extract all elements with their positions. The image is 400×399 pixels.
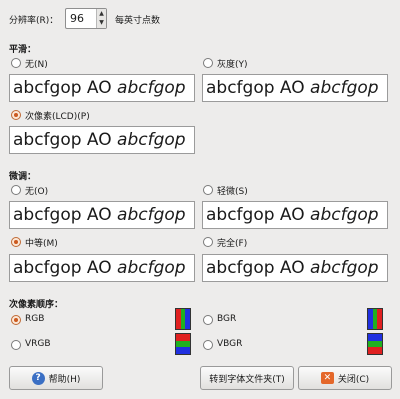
sample-hinting-none: abcfgop AO abcfgop (9, 201, 195, 229)
hinting-title: 微调： (9, 172, 37, 182)
resolution-label: 分辨率(R)： (9, 16, 59, 26)
hinting-none-label[interactable]: 无(O) (25, 184, 48, 197)
hinting-none-radio[interactable] (11, 185, 21, 195)
sample-smoothing-none: abcfgop AO abcfgop (9, 74, 195, 102)
subpixel-bgr-label[interactable]: BGR (217, 314, 236, 324)
hinting-slight-radio[interactable] (203, 185, 213, 195)
subpixel-rgb-label[interactable]: RGB (25, 314, 44, 324)
smoothing-gray-label[interactable]: 灰度(Y) (217, 57, 248, 70)
subpixel-vbgr-radio[interactable] (203, 340, 213, 350)
spin-down-icon[interactable]: ▼ (97, 18, 106, 27)
resolution-unit: 每英寸点数 (115, 16, 161, 26)
hinting-medium-label[interactable]: 中等(M) (25, 236, 58, 249)
smoothing-lcd-radio[interactable] (11, 110, 21, 120)
sample-hinting-medium: abcfgop AO abcfgop (9, 254, 195, 282)
subpixel-bgr-radio[interactable] (203, 315, 213, 325)
smoothing-lcd-label[interactable]: 次像素(LCD)(P) (25, 109, 90, 122)
hinting-full-radio[interactable] (203, 237, 213, 247)
subpixel-vrgb-label[interactable]: VRGB (25, 339, 51, 349)
hinting-medium-radio[interactable] (11, 237, 21, 247)
goto-fonts-folder-button[interactable]: 转到字体文件夹(T) (200, 366, 294, 390)
hinting-slight-label[interactable]: 轻微(S) (217, 184, 248, 197)
close-button[interactable]: ✕ 关闭(C) (298, 366, 392, 390)
vrgb-swatch-icon (175, 333, 191, 355)
close-icon: ✕ (320, 372, 334, 384)
spin-up-icon[interactable]: ▲ (97, 9, 106, 18)
smoothing-none-radio[interactable] (11, 58, 21, 68)
sample-smoothing-lcd: abcfgop AO abcfgop (9, 126, 195, 154)
sample-hinting-full: abcfgop AO abcfgop (202, 254, 388, 282)
vbgr-swatch-icon (367, 333, 383, 355)
subpixel-vbgr-label[interactable]: VBGR (217, 339, 242, 349)
smoothing-gray-radio[interactable] (203, 58, 213, 68)
resolution-spinner[interactable]: 96 ▲ ▼ (65, 8, 107, 29)
rgb-swatch-icon (175, 308, 191, 330)
subpixel-title: 次像素顺序： (9, 300, 64, 310)
subpixel-vrgb-radio[interactable] (11, 340, 21, 350)
sample-smoothing-gray: abcfgop AO abcfgop (202, 74, 388, 102)
sample-hinting-slight: abcfgop AO abcfgop (202, 201, 388, 229)
help-icon: ? (31, 371, 45, 385)
goto-fonts-label: 转到字体文件夹(T) (209, 374, 285, 385)
subpixel-rgb-radio[interactable] (11, 315, 21, 325)
close-label: 关闭(C) (337, 374, 370, 385)
bgr-swatch-icon (367, 308, 383, 330)
help-label: 帮助(H) (48, 374, 81, 385)
resolution-value[interactable]: 96 (70, 12, 84, 25)
help-button[interactable]: ? 帮助(H) (9, 366, 103, 390)
hinting-full-label[interactable]: 完全(F) (217, 236, 247, 249)
smoothing-title: 平滑： (9, 45, 37, 55)
smoothing-none-label[interactable]: 无(N) (25, 57, 48, 70)
